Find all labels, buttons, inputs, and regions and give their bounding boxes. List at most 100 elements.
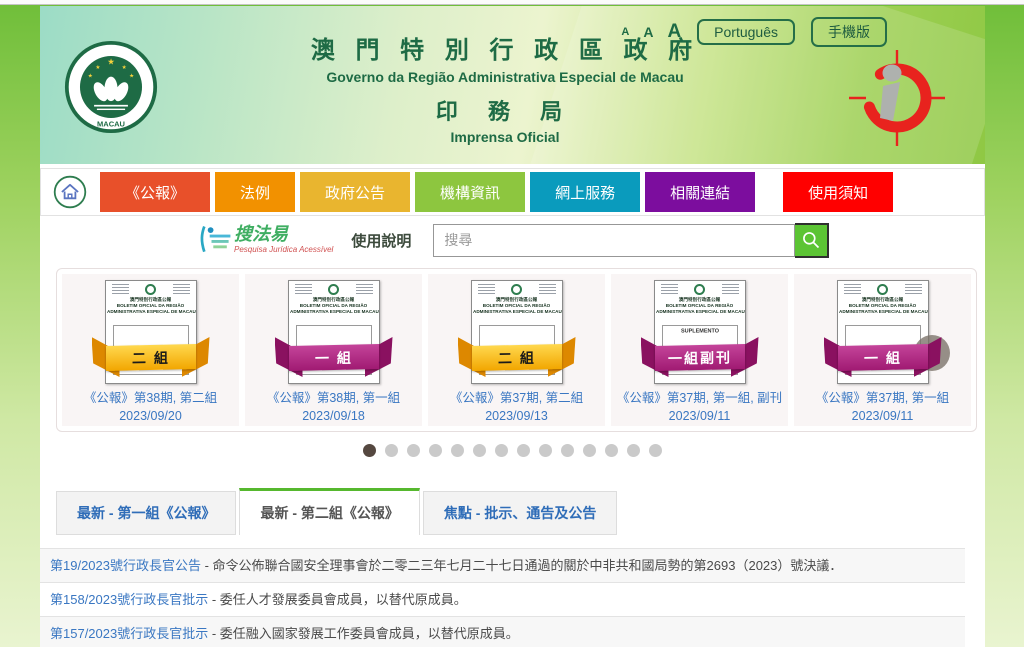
- carousel-dot[interactable]: [561, 444, 574, 457]
- home-button[interactable]: [45, 174, 95, 210]
- gazette-title-link[interactable]: 《公報》第37期, 第二組: [428, 390, 605, 406]
- cover-decoration: [295, 284, 312, 294]
- gazette-date[interactable]: 2023/09/18: [245, 408, 422, 424]
- gazette-cover: 澳門特別行政區公報BOLETIM OFICIAL DA REGIÃOADMINI…: [288, 280, 380, 384]
- group-ribbon: 一 組: [824, 337, 942, 379]
- group-ribbon: 二 組: [92, 337, 210, 379]
- font-size-small-button[interactable]: A: [621, 26, 629, 38]
- font-size-medium-button[interactable]: A: [643, 24, 653, 40]
- gazette-cover: 澳門特別行政區公報BOLETIM OFICIAL DA REGIÃOADMINI…: [105, 280, 197, 384]
- group-ribbon: 二 組: [458, 337, 576, 379]
- cover-title: 澳門特別行政區公報BOLETIM OFICIAL DA REGIÃOADMINI…: [473, 297, 560, 315]
- gazette-date[interactable]: 2023/09/11: [794, 408, 971, 424]
- gazette-item[interactable]: 澳門特別行政區公報BOLETIM OFICIAL DA REGIÃOADMINI…: [611, 274, 788, 426]
- ribbon-label: 二 組: [132, 347, 170, 368]
- cover-title: 澳門特別行政區公報BOLETIM OFICIAL DA REGIÃOADMINI…: [107, 297, 194, 315]
- ribbon-label: 一 組: [864, 347, 902, 368]
- home-icon: [52, 174, 88, 210]
- announcement-row: 第157/2023號行政長官批示 - 委任融入國家發展工作委員會成員，以替代原成…: [40, 617, 965, 647]
- search-button[interactable]: [795, 223, 829, 258]
- carousel-dot[interactable]: [407, 444, 420, 457]
- nav-item-related-links[interactable]: 相關連結: [645, 172, 755, 212]
- font-size-large-button[interactable]: A: [667, 21, 681, 43]
- usage-instructions-link[interactable]: 使用說明: [351, 230, 411, 251]
- svg-text:★: ★: [95, 64, 100, 71]
- cover-decoration: [722, 284, 739, 294]
- bureau-title-pt: Imprensa Oficial: [275, 129, 735, 145]
- cover-decoration: [112, 284, 129, 294]
- soufayi-logo-link[interactable]: 搜法易 Pesquisa Jurídica Acessível: [198, 224, 333, 256]
- announcement-link[interactable]: 第158/2023號行政長官批示: [50, 592, 208, 607]
- tab-group2-gazette[interactable]: 最新 - 第二組《公報》: [239, 488, 419, 535]
- macau-emblem-mini-icon: [877, 284, 888, 295]
- ribbon-label: 一 組: [315, 347, 353, 368]
- svg-text:★: ★: [122, 64, 127, 71]
- carousel-dot[interactable]: [605, 444, 618, 457]
- carousel-dot[interactable]: [495, 444, 508, 457]
- macau-emblem-mini-icon: [511, 284, 522, 295]
- macau-emblem-mini-icon: [145, 284, 156, 295]
- carousel-dot[interactable]: [539, 444, 552, 457]
- nav-item-org-info[interactable]: 機構資訊: [415, 172, 525, 212]
- tab-group1-gazette[interactable]: 最新 - 第一組《公報》: [56, 491, 236, 535]
- ribbon-label: 二 組: [498, 347, 536, 368]
- svg-text:MACAU: MACAU: [97, 119, 125, 128]
- svg-text:★: ★: [129, 73, 134, 80]
- carousel-dot[interactable]: [583, 444, 596, 457]
- gazette-date[interactable]: 2023/09/11: [611, 408, 788, 424]
- announcement-text: - 委任融入國家發展工作委員會成員，以替代原成員。: [208, 626, 519, 641]
- nav-item-laws[interactable]: 法例: [215, 172, 295, 212]
- nav-item-gov-notices[interactable]: 政府公告: [300, 172, 410, 212]
- carousel-dot[interactable]: [451, 444, 464, 457]
- announcement-row: 第158/2023號行政長官批示 - 委任人才發展委員會成員，以替代原成員。: [40, 583, 965, 617]
- carousel-dot[interactable]: [649, 444, 662, 457]
- group-ribbon: 一 組: [275, 337, 393, 379]
- site-title-block: 澳 門 特 別 行 政 區 政 府 Governo da Região Admi…: [275, 30, 735, 145]
- bureau-title-zh: 印 務 局: [275, 94, 735, 126]
- gazette-date[interactable]: 2023/09/20: [62, 408, 239, 424]
- imprensa-oficial-logo-icon: [847, 48, 947, 148]
- carousel-dot[interactable]: [429, 444, 442, 457]
- gov-title-pt: Governo da Região Administrativa Especia…: [275, 69, 735, 85]
- gazette-item[interactable]: 澳門特別行政區公報BOLETIM OFICIAL DA REGIÃOADMINI…: [62, 274, 239, 426]
- mobile-version-button[interactable]: 手機版: [811, 17, 887, 47]
- macau-emblem-icon: ★ ★ ★ ★ ★ MACAU: [64, 40, 158, 134]
- gazette-item[interactable]: 澳門特別行政區公報BOLETIM OFICIAL DA REGIÃOADMINI…: [428, 274, 605, 426]
- gazette-cover: 澳門特別行政區公報BOLETIM OFICIAL DA REGIÃOADMINI…: [654, 280, 746, 384]
- carousel-dot[interactable]: [517, 444, 530, 457]
- language-portugues-button[interactable]: Português: [697, 19, 795, 45]
- tab-focus-notices[interactable]: 焦點 - 批示、通告及公告: [423, 491, 617, 535]
- search-icon: [801, 230, 821, 250]
- nav-item-gazette[interactable]: 《公報》: [100, 172, 210, 212]
- macau-emblem-mini-icon: [694, 284, 705, 295]
- carousel-dot[interactable]: [385, 444, 398, 457]
- soufayi-logo-text: 搜法易: [234, 224, 333, 244]
- gazette-title-link[interactable]: 《公報》第37期, 第一組, 副刊: [611, 390, 788, 406]
- nav-item-online-services[interactable]: 網上服務: [530, 172, 640, 212]
- gazette-title-link[interactable]: 《公報》第38期, 第二組: [62, 390, 239, 406]
- gazette-title-link[interactable]: 《公報》第37期, 第一組: [794, 390, 971, 406]
- announcement-text: - 委任人才發展委員會成員，以替代原成員。: [208, 592, 467, 607]
- carousel-dot[interactable]: [363, 444, 376, 457]
- carousel-pagination: [40, 444, 985, 462]
- nav-item-usage-notes[interactable]: 使用須知: [783, 172, 893, 212]
- announcement-link[interactable]: 第157/2023號行政長官批示: [50, 626, 208, 641]
- announcement-row: 第19/2023號行政長官公告 - 命令公佈聯合國安全理事會於二零二三年七月二十…: [40, 548, 965, 583]
- carousel-dot[interactable]: [473, 444, 486, 457]
- search-input[interactable]: [433, 224, 795, 257]
- gazette-date[interactable]: 2023/09/13: [428, 408, 605, 424]
- svg-text:★: ★: [88, 73, 93, 80]
- gazette-cover: 澳門特別行政區公報BOLETIM OFICIAL DA REGIÃOADMINI…: [837, 280, 929, 384]
- top-strip: [0, 0, 1024, 5]
- gazette-title-link[interactable]: 《公報》第38期, 第一組: [245, 390, 422, 406]
- cover-title: 澳門特別行政區公報BOLETIM OFICIAL DA REGIÃOADMINI…: [290, 297, 377, 315]
- carousel-dot[interactable]: [627, 444, 640, 457]
- content-tabs: 最新 - 第一組《公報》 最新 - 第二組《公報》 焦點 - 批示、通告及公告: [56, 488, 985, 535]
- svg-text:★: ★: [107, 56, 115, 66]
- announcement-link[interactable]: 第19/2023號行政長官公告: [50, 558, 201, 573]
- cover-decoration: [844, 284, 861, 294]
- macau-emblem-mini-icon: [328, 284, 339, 295]
- cover-decoration: [173, 284, 190, 294]
- cover-decoration: [661, 284, 678, 294]
- gazette-item[interactable]: 澳門特別行政區公報BOLETIM OFICIAL DA REGIÃOADMINI…: [245, 274, 422, 426]
